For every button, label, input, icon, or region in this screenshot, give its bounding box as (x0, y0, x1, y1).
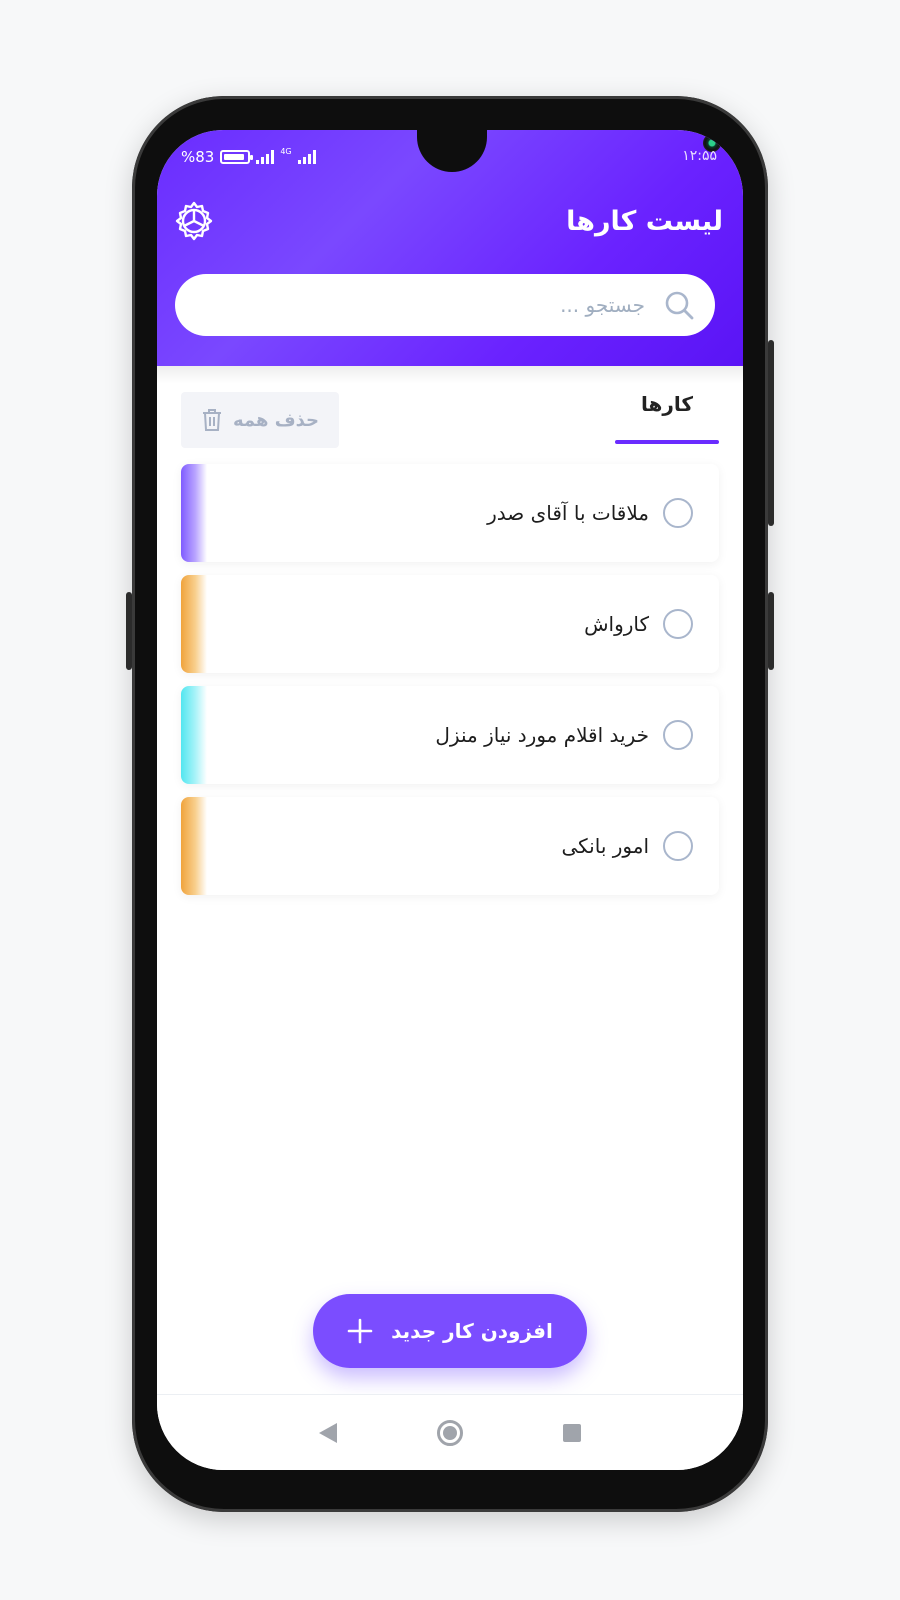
home-icon[interactable] (437, 1419, 463, 1446)
battery-percent: %83 (181, 148, 215, 166)
task-item[interactable]: کارواش (181, 575, 719, 673)
recents-icon[interactable] (563, 1423, 581, 1442)
delete-all-label: حذف همه (233, 409, 320, 431)
gear-icon[interactable] (173, 200, 215, 242)
battery-icon (220, 150, 254, 164)
task-label: امور بانکی (561, 834, 649, 858)
status-bar-left: %83 4G (181, 146, 316, 166)
task-checkbox[interactable] (663, 498, 693, 528)
task-item[interactable]: خرید اقلام مورد نیاز منزل (181, 686, 719, 784)
task-accent-bar (181, 575, 207, 673)
power-button (768, 340, 774, 526)
search-input[interactable] (195, 293, 663, 317)
status-time: ۱۲:۵۵ (682, 148, 717, 164)
task-accent-bar (181, 797, 207, 895)
task-label: خرید اقلام مورد نیاز منزل (435, 723, 649, 747)
task-checkbox[interactable] (663, 720, 693, 750)
task-item[interactable]: ملاقات با آقای صدر (181, 464, 719, 562)
search-bar[interactable] (175, 274, 715, 336)
camera-notch (417, 130, 721, 172)
task-accent-bar (181, 464, 207, 562)
side-button (768, 592, 774, 670)
task-checkbox[interactable] (663, 831, 693, 861)
back-icon[interactable] (319, 1422, 337, 1443)
task-label: ملاقات با آقای صدر (487, 501, 649, 525)
delete-all-button[interactable]: حذف همه (181, 392, 339, 448)
task-checkbox[interactable] (663, 609, 693, 639)
tab-active-indicator (615, 440, 719, 444)
tab-tasks[interactable]: کارها (615, 392, 719, 416)
trash-icon (203, 409, 221, 431)
volume-button (126, 592, 132, 670)
plus-icon (347, 1318, 373, 1344)
app-header: %83 4G ۱۲:۵۵ لیست کارها (157, 130, 743, 384)
task-list: ملاقات با آقای صدر کارواش خرید اقلام مور… (181, 464, 719, 908)
page-title: لیست کارها (566, 206, 723, 237)
signal-icon (256, 150, 275, 164)
signal-icon-2 (297, 150, 316, 164)
add-task-label: افزودن کار جدید (391, 1319, 553, 1343)
task-item[interactable]: امور بانکی (181, 797, 719, 895)
search-icon[interactable] (663, 289, 695, 321)
network-type: 4G (280, 146, 292, 156)
app-screen: %83 4G ۱۲:۵۵ لیست کارها جستجو ... کارها … (157, 130, 743, 1470)
system-nav-bar (157, 1394, 743, 1470)
task-accent-bar (181, 686, 207, 784)
task-label: کارواش (584, 612, 649, 636)
add-task-button[interactable]: افزودن کار جدید (313, 1294, 587, 1368)
